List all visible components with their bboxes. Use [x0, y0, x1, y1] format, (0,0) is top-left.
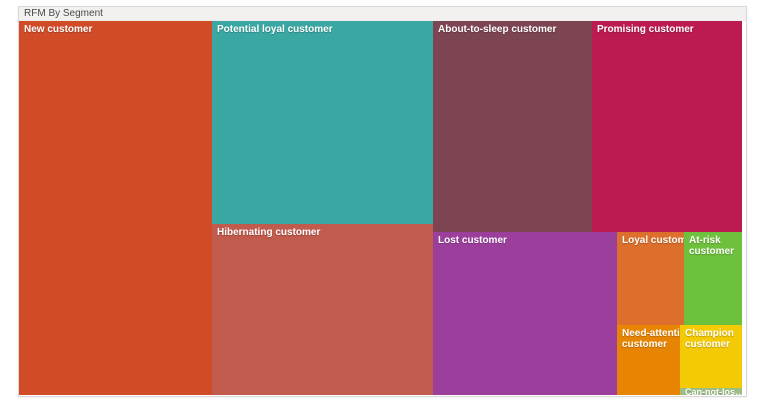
treemap-tile-potential-loyal-customer[interactable]: Potential loyal customer: [212, 21, 433, 224]
treemap-tile-at-risk-customer[interactable]: At-risk customer: [684, 232, 742, 325]
visual-title: RFM By Segment: [19, 8, 103, 19]
tile-label: Promising customer: [592, 21, 742, 35]
tile-label: Hibernating customer: [212, 224, 433, 238]
tile-label: About-to-sleep customer: [433, 21, 592, 35]
treemap-tile-lost-customer[interactable]: Lost customer: [433, 232, 617, 395]
tile-label-line: Need-attenti…: [622, 328, 680, 339]
treemap-tile-new-customer[interactable]: New customer: [19, 21, 212, 395]
tile-label: Loyal customer: [617, 232, 684, 246]
tile-label: New customer: [19, 21, 212, 35]
tile-label: Need-attenti… customer: [617, 325, 680, 350]
tile-label-line: customer: [685, 339, 742, 350]
tile-label: At-risk customer: [684, 232, 742, 257]
rfm-treemap-visual-card: RFM By Segment New customer Potential lo…: [18, 6, 747, 397]
tile-label: Champion customer: [680, 325, 742, 350]
treemap-tile-champion-customer[interactable]: Champion customer: [680, 325, 742, 388]
tile-label-line: At-risk: [689, 235, 742, 246]
tile-label: Can-not-los…: [680, 388, 742, 395]
tile-label-line: customer: [622, 339, 680, 350]
treemap-chart: New customer Potential loyal customer Hi…: [19, 21, 742, 395]
treemap-tile-hibernating-customer[interactable]: Hibernating customer: [212, 224, 433, 395]
treemap-tile-loyal-customer[interactable]: Loyal customer: [617, 232, 684, 325]
tile-label: Potential loyal customer: [212, 21, 433, 35]
treemap-tile-promising-customer[interactable]: Promising customer: [592, 21, 742, 232]
tile-label-line: Champion: [685, 328, 742, 339]
tile-label: Lost customer: [433, 232, 617, 246]
treemap-tile-about-to-sleep-customer[interactable]: About-to-sleep customer: [433, 21, 592, 232]
tile-label-line: customer: [689, 246, 742, 257]
treemap-tile-can-not-lose-customer[interactable]: Can-not-los…: [680, 388, 742, 395]
treemap-tile-need-attention-customer[interactable]: Need-attenti… customer: [617, 325, 680, 395]
visual-header: RFM By Segment: [19, 7, 746, 21]
